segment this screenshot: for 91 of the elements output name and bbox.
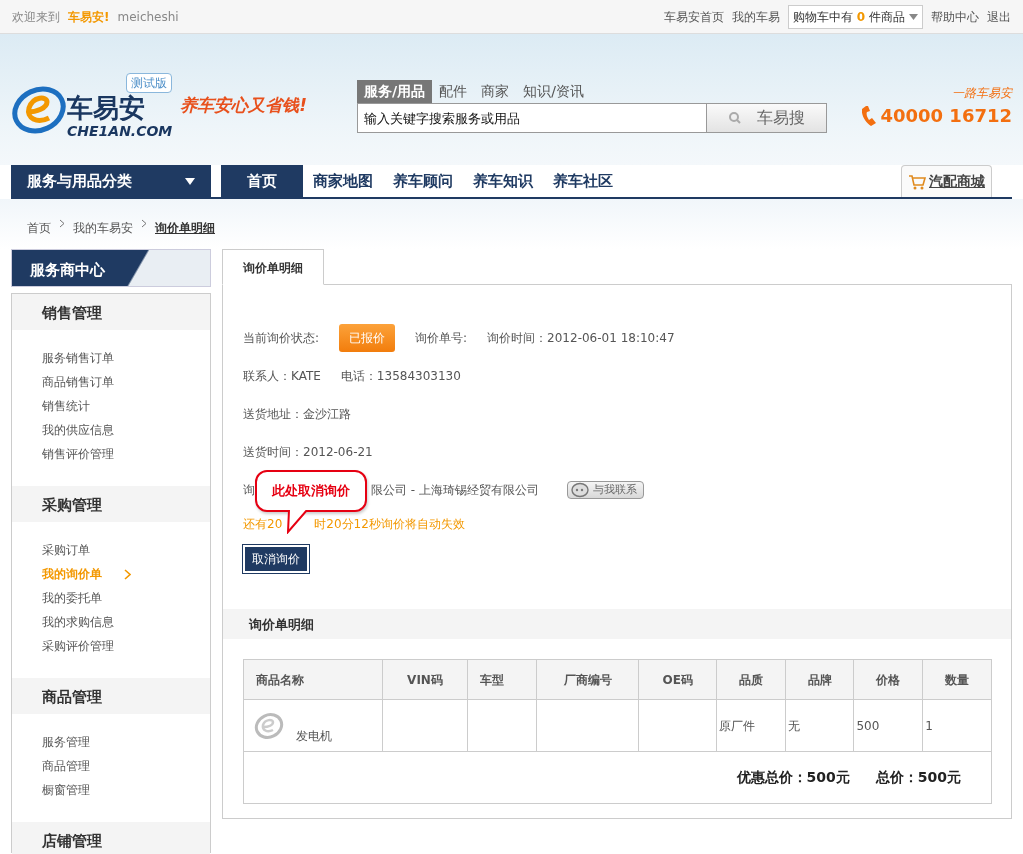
chevron-icon xyxy=(124,569,131,580)
product-thumbnail-icon xyxy=(254,710,284,741)
phone-icon xyxy=(862,105,877,126)
nav-tab[interactable]: 商家地图 xyxy=(303,165,383,197)
cart-icon xyxy=(908,173,926,190)
sidebar-group-title: 店铺管理 xyxy=(12,822,210,854)
grand-total: 总价：500元 xyxy=(875,769,961,785)
discount-total: 优惠总价：500元 xyxy=(736,769,850,785)
table-cell: 1 xyxy=(925,718,933,733)
breadcrumb-link[interactable]: 首页 xyxy=(27,219,51,237)
field-text: 限公司 - 上海琦锡经贸有限公司 xyxy=(371,482,539,499)
sidebar-item[interactable]: 商品管理 xyxy=(42,754,180,778)
search-tab[interactable]: 服务/用品 xyxy=(357,80,433,103)
sidebar-title: 服务商中心 xyxy=(11,249,211,287)
column-header: OE码 xyxy=(638,659,717,700)
cart-text: 购物车中有 0 件商品 xyxy=(793,8,905,26)
sidebar-item[interactable]: 服务销售订单 xyxy=(42,346,180,370)
sidebar-item[interactable]: 橱窗管理 xyxy=(42,778,180,802)
column-header: 品质 xyxy=(716,659,786,700)
separator-icon xyxy=(141,219,147,228)
cancel-inquiry-button[interactable]: 取消询价 xyxy=(243,545,309,573)
field-text: 送货时间：2012-06-21 xyxy=(243,444,373,461)
column-header: VIN码 xyxy=(382,659,468,700)
sidebar-item[interactable]: 我的供应信息 xyxy=(42,418,180,442)
cart-dropdown[interactable]: 购物车中有 0 件商品 xyxy=(788,4,923,29)
logo-domain: CHE1AN.COM xyxy=(67,122,173,141)
top-link[interactable]: 退出 xyxy=(987,7,1011,26)
column-header: 商品名称 xyxy=(243,659,383,700)
column-header: 数量 xyxy=(922,659,992,700)
field-label: 当前询价状态: xyxy=(243,330,320,347)
chat-icon xyxy=(569,482,590,498)
status-badge: 已报价 xyxy=(339,324,396,352)
field-text: 联系人：KATE xyxy=(243,368,321,385)
table-cell: 无 xyxy=(787,718,800,733)
sidebar-group-title: 采购管理 xyxy=(12,486,210,522)
search-field[interactable]: 输入关键字搜索服务或用品 xyxy=(357,103,707,133)
nav-tab[interactable]: 首页 xyxy=(221,165,303,197)
sidebar-group-title: 销售管理 xyxy=(12,294,210,330)
field-label: 询价单号: xyxy=(415,330,468,347)
breadcrumb-link[interactable]: 我的车易安 xyxy=(73,219,133,237)
table-cell: 原厂件 xyxy=(719,718,755,733)
caret-icon xyxy=(185,177,195,185)
caret-icon xyxy=(909,13,918,20)
logo-name: 车易安 xyxy=(67,95,146,121)
username: meicheshi xyxy=(117,8,179,26)
sidebar-item[interactable]: 采购评价管理 xyxy=(42,634,180,658)
search-tab[interactable]: 商家 xyxy=(474,80,517,103)
callout-tail-icon xyxy=(287,510,309,534)
field-text: 询 xyxy=(243,482,255,499)
top-link[interactable]: 帮助中心 xyxy=(931,7,979,26)
site-logo[interactable]: 测试版 车易安 CHE1AN.COM xyxy=(11,73,173,142)
sidebar-item[interactable]: 商品销售订单 xyxy=(42,370,180,394)
category-menu-button[interactable]: 服务与用品分类 xyxy=(11,165,211,197)
sidebar-item[interactable]: 采购订单 xyxy=(42,538,180,562)
sidebar-group-title: 商品管理 xyxy=(12,678,210,714)
search-button[interactable]: 车易搜 xyxy=(706,103,828,133)
top-link[interactable]: 我的车易 xyxy=(732,7,780,26)
table-cell-text: 发电机 xyxy=(296,727,332,745)
sidebar-item[interactable]: 我的求购信息 xyxy=(42,610,180,634)
welcome-text: 欢迎来到 xyxy=(12,8,60,26)
sidebar-item[interactable]: 销售评价管理 xyxy=(42,442,180,466)
search-tab[interactable]: 知识/资讯 xyxy=(516,80,591,103)
search-tab[interactable]: 配件 xyxy=(432,80,475,103)
field-text: 送货地址：金沙江路 xyxy=(243,406,351,423)
section-title: 询价单明细 xyxy=(223,609,1011,639)
test-version-badge: 测试版 xyxy=(126,73,173,93)
table-cell: 500 xyxy=(856,718,880,733)
nav-tab[interactable]: 养车顾问 xyxy=(383,165,463,197)
nav-tab[interactable]: 养车知识 xyxy=(463,165,543,197)
separator-icon xyxy=(59,219,65,228)
warning-text: 还有20 xyxy=(243,516,283,533)
search-icon xyxy=(728,112,741,124)
breadcrumb-link[interactable]: 询价单明细 xyxy=(155,219,215,237)
parts-mall-button[interactable]: 汽配商城 xyxy=(901,165,992,197)
field-text: 询价时间：2012-06-01 18:10:47 xyxy=(487,330,675,347)
column-header: 价格 xyxy=(854,659,923,700)
slogan: 养车安心又省钱! xyxy=(180,93,308,117)
column-header: 厂商编号 xyxy=(536,659,639,700)
top-link[interactable]: 车易安首页 xyxy=(664,7,724,26)
warning-text: 时20分12秒询价将自动失效 xyxy=(314,516,465,533)
field-text: 电话：13584303130 xyxy=(340,368,461,385)
sidebar-item[interactable]: 我的委托单 xyxy=(42,586,180,610)
nav-tab[interactable]: 养车社区 xyxy=(543,165,623,197)
page-tab[interactable]: 询价单明细 xyxy=(222,249,324,285)
sidebar-item[interactable]: 服务管理 xyxy=(42,730,180,754)
contact-me-button[interactable]: 与我联系 xyxy=(566,480,644,500)
column-header: 车型 xyxy=(467,659,537,700)
hotline-number: 40000 16712 xyxy=(880,104,1012,128)
sidebar-item[interactable]: 销售统计 xyxy=(42,394,180,418)
column-header: 品牌 xyxy=(785,659,854,700)
hotline-caption: 一路车易安 xyxy=(952,85,1012,102)
